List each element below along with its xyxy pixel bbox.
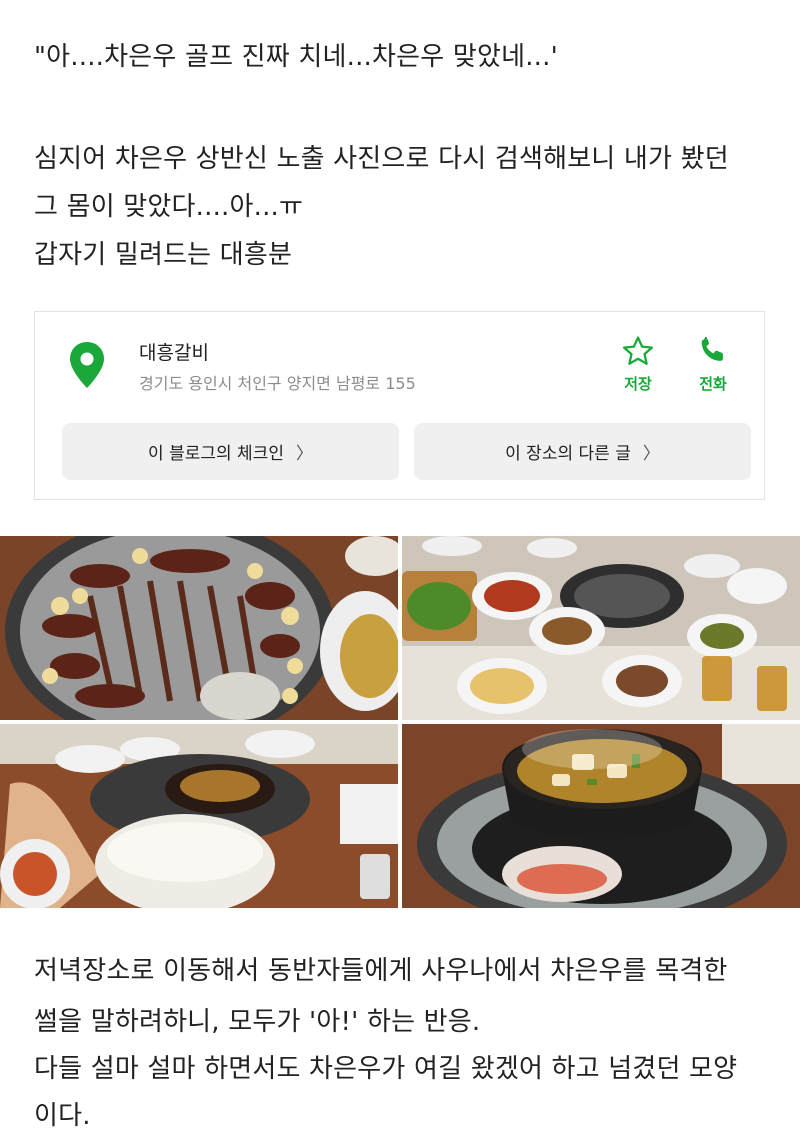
grill-meat-photo[interactable] [0, 536, 398, 720]
outro-line-3: 다들 설마 설마 하면서도 차은우가 여길 왔겠어 하고 넘겼던 모양 [34, 1054, 738, 1084]
phone-icon [701, 336, 723, 361]
rice-bowl-photo[interactable] [0, 724, 398, 908]
stew-pot-photo[interactable] [402, 724, 800, 908]
intro-line-1: "아....차은우 골프 진짜 치네...차은우 맞았네...' [34, 42, 558, 72]
place-address: 경기도 용인시 처인구 양지면 남평로 155 [139, 374, 416, 393]
side-dishes-photo[interactable] [402, 536, 800, 720]
other-posts-label: 이 장소의 다른 글 [505, 444, 631, 464]
blog-checkin-button[interactable]: 이 블로그의 체크인 〉 [62, 423, 399, 480]
save-button[interactable]: 저장 [608, 334, 668, 394]
chevron-right-icon: 〉 [642, 444, 660, 464]
intro-line-3: 그 몸이 맞았다....아...ㅠ [34, 192, 304, 222]
map-pin-icon [69, 341, 105, 389]
call-label: 전화 [699, 375, 727, 393]
place-name[interactable]: 대흥갈비 [139, 338, 209, 365]
outro-line-2: 썰을 말하려하니, 모두가 '아!' 하는 반응. [34, 1007, 481, 1037]
intro-line-2: 심지어 차은우 상반신 노출 사진으로 다시 검색해보니 내가 봤던 [34, 144, 729, 174]
save-label: 저장 [624, 375, 652, 393]
call-button[interactable]: 전화 [683, 334, 743, 394]
blog-checkin-label: 이 블로그의 체크인 [148, 444, 284, 464]
outro-line-1: 저녁장소로 이동해서 동반자들에게 사우나에서 차은우를 목격한 [34, 956, 728, 986]
other-posts-button[interactable]: 이 장소의 다른 글 〉 [414, 423, 751, 480]
star-icon [622, 336, 654, 365]
intro-line-4: 갑자기 밀려드는 대흥분 [34, 240, 293, 270]
place-card[interactable]: 대흥갈비 경기도 용인시 처인구 양지면 남평로 155 저장 전화 이 블로그… [34, 311, 765, 500]
chevron-right-icon: 〉 [295, 444, 313, 464]
outro-line-4: 이다. [34, 1101, 91, 1131]
